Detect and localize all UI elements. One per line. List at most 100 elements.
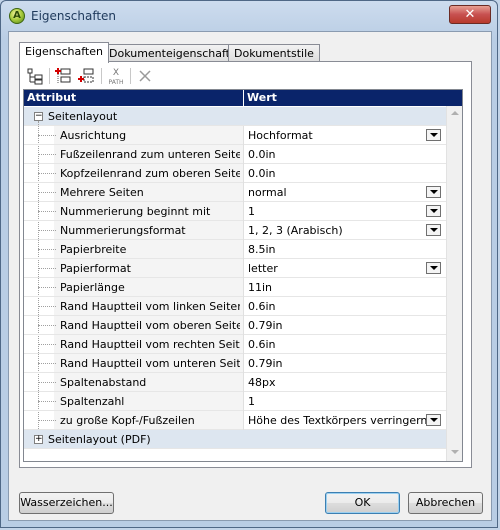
property-row[interactable]: Nummerierungsformat 1, 2, 3 (Arabisch) — [24, 221, 446, 240]
tree-connector — [38, 363, 56, 364]
tree-connector — [38, 382, 56, 383]
tree-connector — [38, 344, 56, 345]
property-grid: Attribut Wert − Seitenlayout Ausrichtung — [23, 89, 463, 462]
property-name: Ausrichtung — [60, 129, 127, 142]
property-name: Rand Hauptteil vom unteren Seitenr... — [60, 357, 240, 370]
tree-connector — [38, 287, 56, 288]
group-row-seitenlayout[interactable]: − Seitenlayout — [24, 107, 446, 126]
close-button[interactable]: ✕ — [449, 5, 491, 24]
add-group-icon[interactable] — [53, 65, 75, 87]
property-row[interactable]: Papierlänge 11in — [24, 278, 446, 297]
property-value[interactable]: 1 — [248, 395, 438, 408]
dialog-body: Eigenschaften Dokumenteigenschaften Doku… — [8, 31, 492, 521]
group-row-seitenlayout-pdf[interactable]: + Seitenlayout (PDF) — [24, 430, 446, 449]
xpath-label: PATH — [108, 79, 123, 86]
property-value[interactable]: 1, 2, 3 (Arabisch) — [248, 224, 438, 237]
property-row[interactable]: Nummerierung beginnt mit 1 — [24, 202, 446, 221]
property-row[interactable]: Rand Hauptteil vom rechten Seitenr... 0.… — [24, 335, 446, 354]
property-row[interactable]: Mehrere Seiten normal — [24, 183, 446, 202]
property-row[interactable]: Papierbreite 8.5in — [24, 240, 446, 259]
dropdown-arrow-icon[interactable] — [426, 224, 441, 236]
property-value[interactable]: 0.0in — [248, 148, 438, 161]
scroll-down-icon[interactable] — [451, 450, 459, 454]
property-row[interactable]: Kopfzeilenrand zum oberen Seitenr... 0.0… — [24, 164, 446, 183]
toolbar-separator — [101, 68, 102, 84]
property-value[interactable]: 0.0in — [248, 167, 438, 180]
expand-icon[interactable]: + — [34, 435, 43, 444]
property-value[interactable]: Hochformat — [248, 129, 438, 142]
dropdown-arrow-icon[interactable] — [426, 186, 441, 198]
cancel-button[interactable]: Abbrechen — [408, 492, 483, 514]
tree-connector — [38, 325, 56, 326]
dropdown-arrow-icon[interactable] — [426, 414, 441, 426]
property-name: Spaltenzahl — [60, 395, 125, 408]
property-name: Kopfzeilenrand zum oberen Seitenr... — [60, 167, 240, 180]
watermark-button[interactable]: Wasserzeichen... — [19, 492, 114, 514]
add-property-icon[interactable] — [76, 65, 98, 87]
property-row[interactable]: Ausrichtung Hochformat — [24, 126, 446, 145]
property-name: zu große Kopf-/Fußzeilen — [60, 414, 195, 427]
property-value[interactable]: 0.6in — [248, 338, 438, 351]
tree-connector — [38, 306, 56, 307]
tab-eigenschaften[interactable]: Eigenschaften — [19, 42, 109, 63]
property-row[interactable]: Rand Hauptteil vom unteren Seitenr... 0.… — [24, 354, 446, 373]
xpath-icon[interactable]: X PATH — [105, 65, 127, 87]
property-name: Papierformat — [60, 262, 131, 275]
property-row[interactable]: Papierformat letter — [24, 259, 446, 278]
property-name: Rand Hauptteil vom rechten Seitenr... — [60, 338, 240, 351]
window-title: Eigenschaften — [31, 9, 117, 23]
property-row[interactable]: Fußzeilenrand zum unteren Seitenr... 0.0… — [24, 145, 446, 164]
tree-view-icon[interactable] — [24, 65, 46, 87]
property-name: Papierbreite — [60, 243, 127, 256]
property-name: Papierlänge — [60, 281, 125, 294]
properties-panel: X PATH Attribut Wert − Seitenlayout Ausr… — [19, 61, 472, 468]
property-value[interactable]: 0.79in — [248, 357, 438, 370]
column-header-attribut[interactable]: Attribut — [27, 91, 76, 104]
tree-connector — [38, 268, 56, 269]
tree-connector — [38, 211, 56, 212]
tree-connector — [38, 420, 56, 421]
property-value[interactable]: 11in — [248, 281, 438, 294]
toolbar-separator — [49, 68, 50, 84]
tree-connector — [38, 401, 56, 402]
tree-connector — [38, 135, 56, 136]
property-value[interactable]: 0.6in — [248, 300, 438, 313]
property-row[interactable]: Spaltenabstand 48px — [24, 373, 446, 392]
property-value[interactable]: 0.79in — [248, 319, 438, 332]
property-value[interactable]: normal — [248, 186, 438, 199]
property-row[interactable]: Spaltenzahl 1 — [24, 392, 446, 411]
property-value[interactable]: Höhe des Textkörpers verringern (... — [248, 414, 438, 427]
property-name: Rand Hauptteil vom oberen Seitenr... — [60, 319, 240, 332]
property-value[interactable]: 48px — [248, 376, 438, 389]
delete-icon[interactable] — [134, 65, 156, 87]
group-label: Seitenlayout — [48, 110, 118, 123]
vertical-scrollbar[interactable] — [446, 106, 462, 461]
dropdown-arrow-icon[interactable] — [426, 205, 441, 217]
toolbar-separator — [130, 68, 131, 84]
property-name: Rand Hauptteil vom linken Seitenrand — [60, 300, 240, 313]
property-row[interactable]: zu große Kopf-/Fußzeilen Höhe des Textkö… — [24, 411, 446, 430]
property-name: Nummerierungsformat — [60, 224, 186, 237]
column-divider[interactable] — [243, 90, 244, 106]
group-label: Seitenlayout (PDF) — [48, 433, 151, 446]
tree-connector — [38, 249, 56, 250]
column-header-wert[interactable]: Wert — [247, 91, 277, 104]
dropdown-arrow-icon[interactable] — [426, 129, 441, 141]
tab-dokumentstile[interactable]: Dokumentstile — [228, 44, 320, 62]
property-value[interactable]: 8.5in — [248, 243, 438, 256]
property-value[interactable]: 1 — [248, 205, 438, 218]
title-bar[interactable]: A Eigenschaften ✕ — [1, 1, 497, 31]
property-row[interactable]: Rand Hauptteil vom oberen Seitenr... 0.7… — [24, 316, 446, 335]
tree-connector — [38, 173, 56, 174]
dropdown-arrow-icon[interactable] — [426, 262, 441, 274]
tree-connector — [38, 230, 56, 231]
property-name: Nummerierung beginnt mit — [60, 205, 211, 218]
tree-connector — [38, 192, 56, 193]
property-value[interactable]: letter — [248, 262, 438, 275]
property-row[interactable]: Rand Hauptteil vom linken Seitenrand 0.6… — [24, 297, 446, 316]
collapse-icon[interactable]: − — [34, 112, 43, 121]
ok-button[interactable]: OK — [325, 492, 400, 514]
tree-connector — [38, 154, 56, 155]
property-name: Fußzeilenrand zum unteren Seitenr... — [60, 148, 240, 161]
scroll-up-icon[interactable] — [451, 111, 459, 115]
